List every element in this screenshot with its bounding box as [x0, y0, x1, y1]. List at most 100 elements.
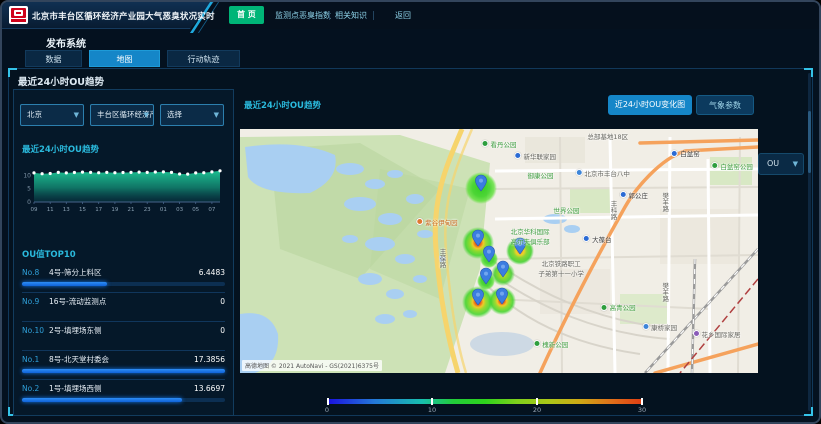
- poi-map-icon: [416, 218, 423, 225]
- svg-text:09: 09: [31, 207, 38, 213]
- chevron-down-icon: ▼: [214, 105, 219, 125]
- map-label: 大葆台: [583, 234, 612, 244]
- metro-map-icon: [515, 152, 522, 159]
- ranking-row[interactable]: No.10 2号-填埋场东侧 0: [22, 322, 225, 351]
- vertical-scrollbar[interactable]: [808, 73, 811, 411]
- park-map-icon: [711, 162, 718, 169]
- metro-map-icon: [583, 235, 590, 242]
- app-logo-icon: [9, 6, 28, 24]
- scale-label-30: 30: [638, 406, 646, 414]
- map-label: 丰科路: [608, 200, 618, 220]
- value-bar: [22, 369, 225, 373]
- station-name: 16号-流动监测点: [49, 296, 220, 307]
- svg-text:5: 5: [27, 186, 31, 193]
- map-label: 子弟第十一小学: [538, 268, 584, 278]
- main-panel: 最近24小时OU趋势 北京 ▼ 丰台区循环经济产 ▼ 选择 ▼ 最近24小时OU…: [8, 68, 813, 416]
- map-canvas[interactable]: 看丹公园新华联家园御康公园总部基地18区白盆窑白盆窑公园北京市丰台八中郭公庄世界…: [240, 129, 758, 373]
- rank-label: No.8: [22, 268, 49, 277]
- ou-value: 0: [220, 297, 225, 306]
- ou-value: 13.6697: [194, 384, 225, 393]
- park-map-icon: [533, 340, 540, 347]
- svg-text:07: 07: [208, 207, 215, 213]
- scale-label-10: 10: [428, 406, 436, 414]
- ranking-row[interactable]: No.2 1号-填埋场西侧 13.6697: [22, 380, 225, 409]
- nav-separator: [329, 11, 330, 20]
- metro-map-icon: [671, 150, 678, 157]
- ranking-row[interactable]: No.9 16号-流动监测点 0: [22, 293, 225, 322]
- svg-text:0: 0: [27, 199, 31, 206]
- map-label: 御康公园: [527, 170, 553, 180]
- purple-map-icon: [693, 330, 700, 337]
- map-label: 看丹公园: [482, 139, 517, 149]
- svg-text:10: 10: [23, 172, 31, 179]
- value-bar: [22, 398, 225, 402]
- blue-map-icon: [575, 169, 582, 176]
- map-label: 高青公园: [601, 302, 636, 312]
- park-map-icon: [482, 140, 489, 147]
- map-section-title: 最近24小时OU趋势: [244, 99, 321, 111]
- rank-label: No.10: [22, 326, 49, 335]
- chevron-down-icon: ▼: [74, 105, 79, 125]
- map-label: 樊羊路: [660, 283, 670, 303]
- map-label: 樊羊路: [660, 192, 670, 212]
- station-name: 1号-填埋场西侧: [49, 383, 194, 394]
- svg-text:19: 19: [111, 207, 118, 213]
- city-select[interactable]: 北京 ▼: [20, 104, 84, 126]
- heatmap-overlay: [240, 129, 758, 373]
- station-select[interactable]: 选择 ▼: [160, 104, 224, 126]
- scale-label-20: 20: [533, 406, 541, 414]
- map-label: 康桥家园: [642, 322, 677, 332]
- svg-text:05: 05: [192, 207, 199, 213]
- app-header: 北京市丰台区循环经济产业园大气恶臭状况实时 首 页 监测点恶臭指数 相关知识 返…: [2, 2, 819, 29]
- nav-separator: [373, 11, 374, 20]
- svg-text:23: 23: [144, 207, 151, 213]
- trend-panel: 北京 ▼ 丰台区循环经济产 ▼ 选择 ▼ 最近24小时OU趋势 05100911…: [13, 89, 234, 416]
- station-name: 2号-填埋场东侧: [49, 325, 220, 336]
- map-label: 北京华科国际: [511, 226, 550, 236]
- svg-text:21: 21: [128, 207, 135, 213]
- ou-value: 6.4483: [199, 268, 225, 277]
- rank-label: No.9: [22, 297, 49, 306]
- metro-map-icon: [619, 191, 626, 198]
- map-label: 丰葆路: [437, 249, 447, 269]
- station-select-value: 选择: [167, 110, 182, 119]
- map-label: 槐新公园: [533, 339, 568, 349]
- park-select[interactable]: 丰台区循环经济产 ▼: [90, 104, 154, 126]
- ou-value: 17.3856: [194, 355, 225, 364]
- park-map-icon: [601, 304, 608, 311]
- tab-data[interactable]: 数据: [25, 50, 82, 67]
- station-name: 8号-北天堂村委会: [49, 354, 194, 365]
- map-label: 白盆窑公园: [711, 161, 753, 171]
- ou-ranking-list: No.8 4号-筛分上料区 6.4483 No.9 16号-流动监测点 0: [22, 264, 225, 409]
- map-label: 新华联家园: [515, 151, 557, 161]
- tab-track[interactable]: 行动轨迹: [167, 50, 240, 67]
- nav-item-knowledge[interactable]: 相关知识: [335, 10, 367, 21]
- panel-corner: [8, 68, 17, 77]
- ranking-row[interactable]: No.8 4号-筛分上料区 6.4483: [22, 264, 225, 293]
- nav-item-back[interactable]: 返回: [395, 10, 411, 21]
- section-title: 最近24小时OU趋势: [18, 74, 104, 88]
- scrollbar-thumb[interactable]: [808, 111, 811, 173]
- rank-label: No.1: [22, 355, 49, 364]
- ou-change-map-button[interactable]: 近24小时OU变化图: [608, 95, 692, 115]
- map-label: 高尔夫俱乐部: [511, 236, 550, 246]
- nav-item-odor-index[interactable]: 监测点恶臭指数: [275, 10, 331, 21]
- nav-item-home[interactable]: 首 页: [229, 6, 264, 24]
- tab-map[interactable]: 地图: [89, 50, 160, 67]
- svg-text:15: 15: [79, 207, 86, 213]
- top10-title: OU值TOP10: [22, 248, 76, 260]
- weather-params-button[interactable]: 气象参数: [696, 95, 754, 115]
- app-title: 北京市丰台区循环经济产业园大气恶臭状况实时: [32, 10, 215, 22]
- chevron-down-icon: ▼: [793, 154, 798, 174]
- publish-system-title: 发布系统: [46, 35, 86, 50]
- map-label: 白盆窑: [671, 148, 700, 158]
- map-label: 郭公庄: [619, 190, 648, 200]
- map-section: 最近24小时OU趋势 近24小时OU变化图 气象参数 OU ▼: [236, 89, 808, 411]
- layer-select[interactable]: OU ▼: [758, 153, 804, 175]
- ranking-row[interactable]: No.1 8号-北天堂村委会 17.3856: [22, 351, 225, 380]
- scale-label-0: 0: [325, 406, 329, 414]
- ou-value: 0: [220, 326, 225, 335]
- svg-text:13: 13: [63, 207, 70, 213]
- map-label: 紫谷伊甸园: [416, 217, 458, 227]
- city-select-value: 北京: [27, 110, 42, 119]
